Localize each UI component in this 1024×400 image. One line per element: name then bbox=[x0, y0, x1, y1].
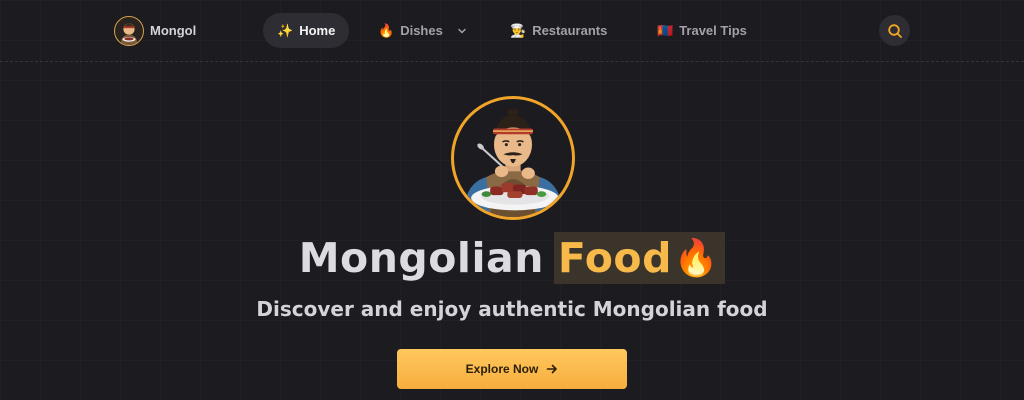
hero-title-highlight-text: Food bbox=[557, 234, 672, 282]
nav-item-dishes[interactable]: 🔥 Dishes bbox=[364, 13, 481, 48]
nav-item-label: Travel Tips bbox=[679, 23, 747, 38]
sparkles-icon: ✨ bbox=[277, 23, 294, 38]
brand-link[interactable]: Mongol bbox=[114, 15, 196, 46]
mongolia-flag-icon: 🇲🇳 bbox=[657, 23, 674, 38]
nav-item-home[interactable]: ✨ Home bbox=[263, 13, 350, 48]
nav-item-label: Home bbox=[299, 23, 336, 38]
top-nav: Mongol ✨ Home 🔥 Dishes 👨‍🍳 Restaurants 🇲… bbox=[0, 0, 1024, 62]
hero-title-highlight: Food 🔥 bbox=[553, 232, 726, 284]
mongol-chef-logo-icon bbox=[114, 15, 144, 46]
explore-now-label: Explore Now bbox=[465, 362, 539, 376]
hero-title: Mongolian Food 🔥 bbox=[0, 232, 1024, 284]
hero-title-main: Mongolian bbox=[298, 234, 544, 282]
search-icon bbox=[887, 23, 902, 38]
mongol-chef-eating-icon bbox=[467, 108, 559, 217]
search-button[interactable] bbox=[879, 15, 910, 46]
nav-item-label: Restaurants bbox=[532, 23, 608, 38]
hero-subtitle: Discover and enjoy authentic Mongolian f… bbox=[256, 297, 768, 321]
explore-now-button[interactable]: Explore Now bbox=[397, 349, 627, 389]
nav-item-label: Dishes bbox=[400, 23, 443, 38]
arrow-right-icon bbox=[547, 364, 558, 374]
chevron-down-icon bbox=[458, 28, 466, 34]
chef-icon: 👨‍🍳 bbox=[510, 23, 527, 38]
brand-name: Mongol bbox=[150, 23, 197, 38]
nav-item-restaurants[interactable]: 👨‍🍳 Restaurants bbox=[496, 13, 621, 48]
hero-avatar bbox=[451, 96, 575, 220]
nav-item-travel-tips[interactable]: 🇲🇳 Travel Tips bbox=[643, 13, 761, 48]
fire-icon: 🔥 bbox=[378, 23, 395, 38]
fire-icon: 🔥 bbox=[673, 238, 720, 279]
